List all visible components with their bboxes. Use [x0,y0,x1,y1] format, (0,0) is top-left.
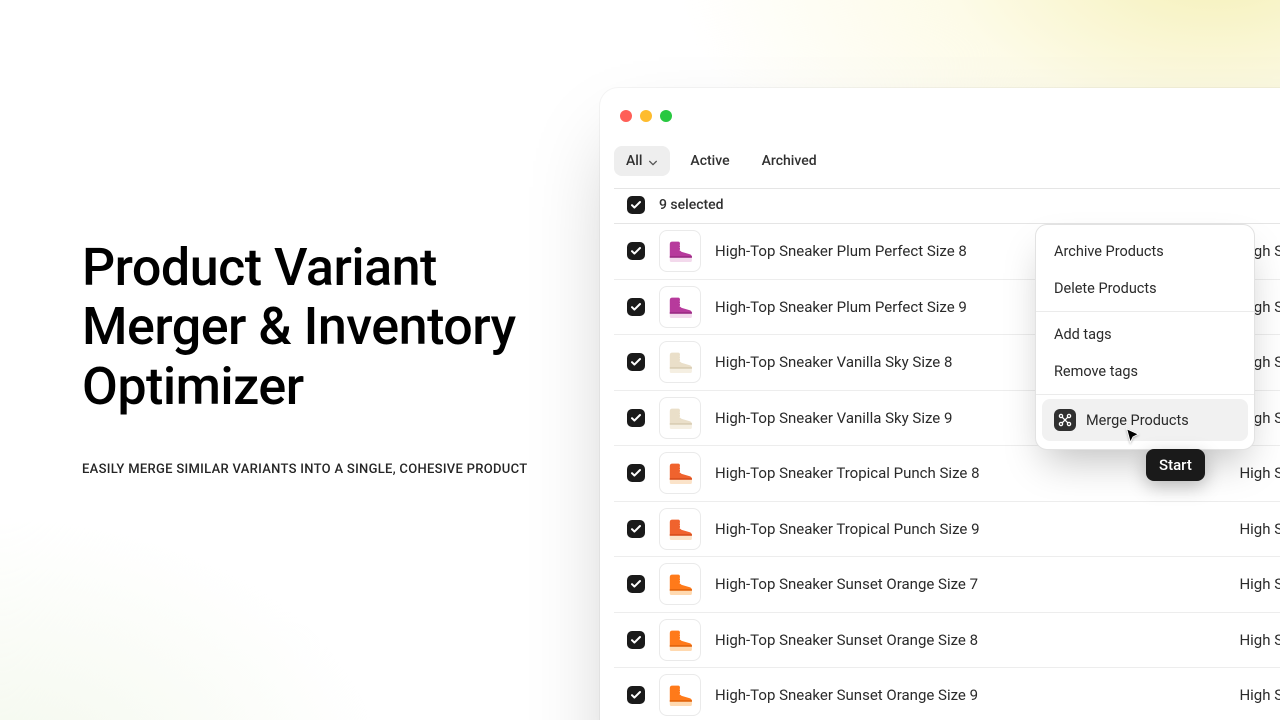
menu-remove-tags-label: Remove tags [1054,363,1138,380]
row-checkbox[interactable] [627,464,645,482]
table-row[interactable]: High-Top Sneaker Sunset Orange Size 7 Hi… [614,557,1280,613]
filter-active-label: Active [690,153,729,169]
product-thumbnail [659,286,701,328]
product-name: High-Top Sneaker Sunset Orange Size 9 [715,686,978,704]
product-name: High-Top Sneaker Sunset Orange Size 8 [715,631,978,649]
subhead: EASILY MERGE SIMILAR VARIANTS INTO A SIN… [82,462,562,477]
filter-archived[interactable]: Archived [750,146,829,176]
marketing-block: Product Variant Merger & Inventory Optim… [82,238,562,477]
product-name: High-Top Sneaker Vanilla Sky Size 9 [715,409,952,427]
filter-all-label: All [626,153,642,169]
product-thumbnail [659,619,701,661]
product-thumbnail [659,563,701,605]
app-window: All Active Archived 9 selected High-Top [600,88,1280,720]
row-checkbox[interactable] [627,631,645,649]
filter-archived-label: Archived [762,153,817,169]
product-thumbnail [659,674,701,716]
row-checkbox[interactable] [627,686,645,704]
zoom-window-button[interactable] [660,110,672,122]
menu-merge-label: Merge Products [1086,412,1189,429]
menu-remove-tags[interactable]: Remove tags [1042,353,1248,390]
context-menu: Archive Products Delete Products Add tag… [1035,224,1255,450]
filter-active[interactable]: Active [678,146,741,176]
menu-add-tags[interactable]: Add tags [1042,316,1248,353]
product-category: High Sneaker [1239,464,1280,482]
minimize-window-button[interactable] [640,110,652,122]
close-window-button[interactable] [620,110,632,122]
row-checkbox[interactable] [627,298,645,316]
merge-icon [1054,409,1076,431]
table-row[interactable]: High-Top Sneaker Sunset Orange Size 9 Hi… [614,668,1280,720]
product-thumbnail [659,452,701,494]
row-checkbox[interactable] [627,520,645,538]
product-thumbnail [659,508,701,550]
menu-add-tags-label: Add tags [1054,326,1112,343]
selection-count: 9 selected [659,197,724,213]
tooltip-start: Start [1146,449,1205,481]
chevron-down-icon [648,156,658,166]
table-row[interactable]: High-Top Sneaker Tropical Punch Size 9 H… [614,502,1280,558]
table-row[interactable]: High-Top Sneaker Sunset Orange Size 8 Hi… [614,613,1280,669]
product-name: High-Top Sneaker Plum Perfect Size 9 [715,298,967,316]
product-category: High Sneaker [1239,686,1280,704]
row-checkbox[interactable] [627,575,645,593]
window-controls [620,110,672,122]
product-category: High Sneaker [1239,575,1280,593]
menu-delete-products[interactable]: Delete Products [1042,270,1248,307]
product-name: High-Top Sneaker Vanilla Sky Size 8 [715,353,952,371]
select-all-checkbox[interactable] [627,196,645,214]
selection-summary-row: 9 selected [614,186,1280,224]
filter-bar: All Active Archived [614,146,1280,189]
product-name: High-Top Sneaker Tropical Punch Size 8 [715,464,980,482]
product-thumbnail [659,230,701,272]
product-thumbnail [659,341,701,383]
product-name: High-Top Sneaker Tropical Punch Size 9 [715,520,980,538]
row-checkbox[interactable] [627,353,645,371]
row-checkbox[interactable] [627,242,645,260]
menu-delete-label: Delete Products [1054,280,1157,297]
menu-divider [1036,311,1254,312]
filter-all[interactable]: All [614,146,670,176]
headline: Product Variant Merger & Inventory Optim… [82,238,562,416]
product-thumbnail [659,397,701,439]
menu-merge-products[interactable]: Merge Products [1042,399,1248,441]
row-checkbox[interactable] [627,409,645,427]
product-category: High Sneaker [1239,631,1280,649]
product-name: High-Top Sneaker Sunset Orange Size 7 [715,575,978,593]
menu-archive-label: Archive Products [1054,243,1164,260]
product-category: High Sneaker [1239,520,1280,538]
product-name: High-Top Sneaker Plum Perfect Size 8 [715,242,967,260]
menu-divider [1036,394,1254,395]
menu-archive-products[interactable]: Archive Products [1042,233,1248,270]
